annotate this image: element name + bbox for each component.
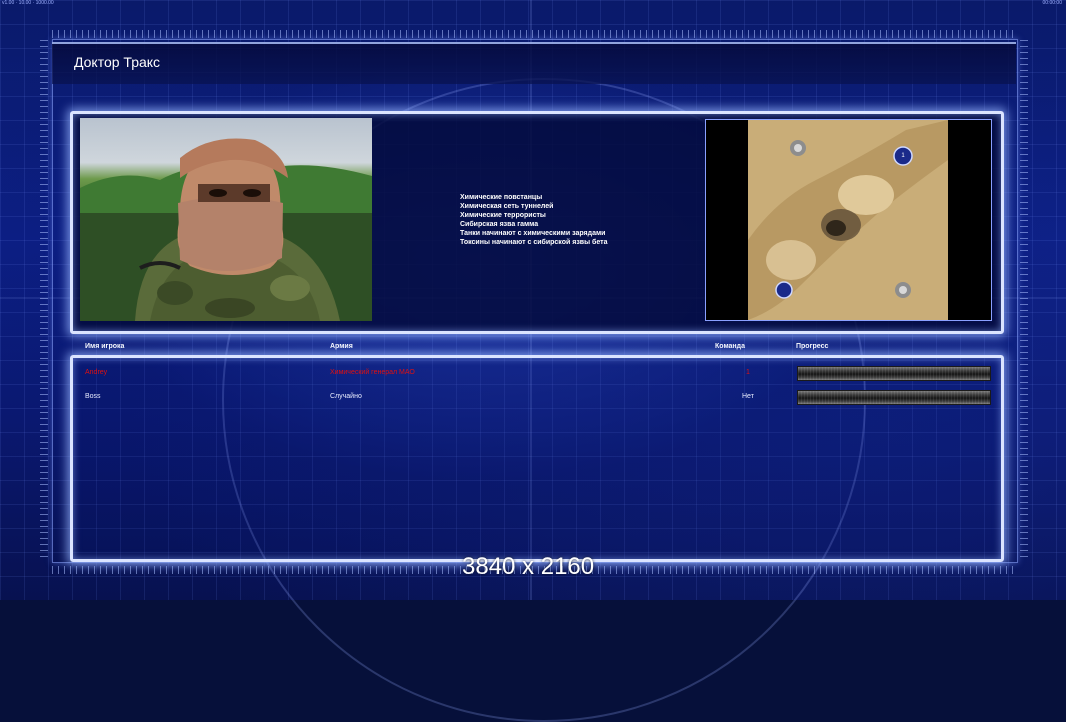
scenario-detail-line: Танки начинают с химическими зарядами <box>460 230 606 237</box>
players-panel <box>70 355 1004 562</box>
general-portrait <box>80 118 372 321</box>
debug-info-left: v1.00 · 10.00 · 1000.00 <box>2 0 54 6</box>
header-army: Армия <box>330 343 353 350</box>
map-preview[interactable]: 1 <box>705 119 992 321</box>
loading-progress-bar <box>797 390 991 405</box>
scenario-detail-line: Химическая сеть туннелей <box>460 203 554 210</box>
page-title: Доктор Тракс <box>74 54 161 70</box>
player-team[interactable]: Нет <box>742 393 754 400</box>
player-row[interactable]: Andrey Химический генерал МАО 1 <box>0 366 1066 385</box>
loading-progress-bar <box>797 366 991 381</box>
player-name: Boss <box>85 393 101 400</box>
left-ruler <box>40 40 48 560</box>
scenario-detail-line: Химические террористы <box>460 212 546 219</box>
right-ruler <box>1020 40 1028 560</box>
player-name: Andrey <box>85 369 108 376</box>
resolution-label: 3840 x 2160 <box>462 553 595 580</box>
players-table-header: Имя игрока Армия Команда Прогресс <box>0 343 1066 355</box>
title-bar <box>52 42 1016 84</box>
player-army[interactable]: Химический генерал МАО <box>330 369 415 376</box>
map-player-marker-1: 1 <box>901 153 905 159</box>
header-team: Команда <box>715 343 745 350</box>
scenario-details: Химические повстанцы Химическая сеть тун… <box>460 193 607 247</box>
player-row[interactable]: Boss Случайно Нет <box>0 390 1066 409</box>
header-player-name: Имя игрока <box>85 343 125 350</box>
player-team[interactable]: 1 <box>746 369 750 376</box>
scenario-detail-line: Химические повстанцы <box>460 194 543 201</box>
top-ruler <box>52 30 1016 38</box>
debug-info-right: 00:00:00 <box>1042 0 1062 6</box>
player-army[interactable]: Случайно <box>330 393 362 400</box>
scenario-detail-line: Сибирская язва гамма <box>460 221 539 228</box>
header-progress: Прогресс <box>796 343 829 350</box>
scenario-detail-line: Токсины начинают с сибирской язвы бета <box>460 239 608 246</box>
